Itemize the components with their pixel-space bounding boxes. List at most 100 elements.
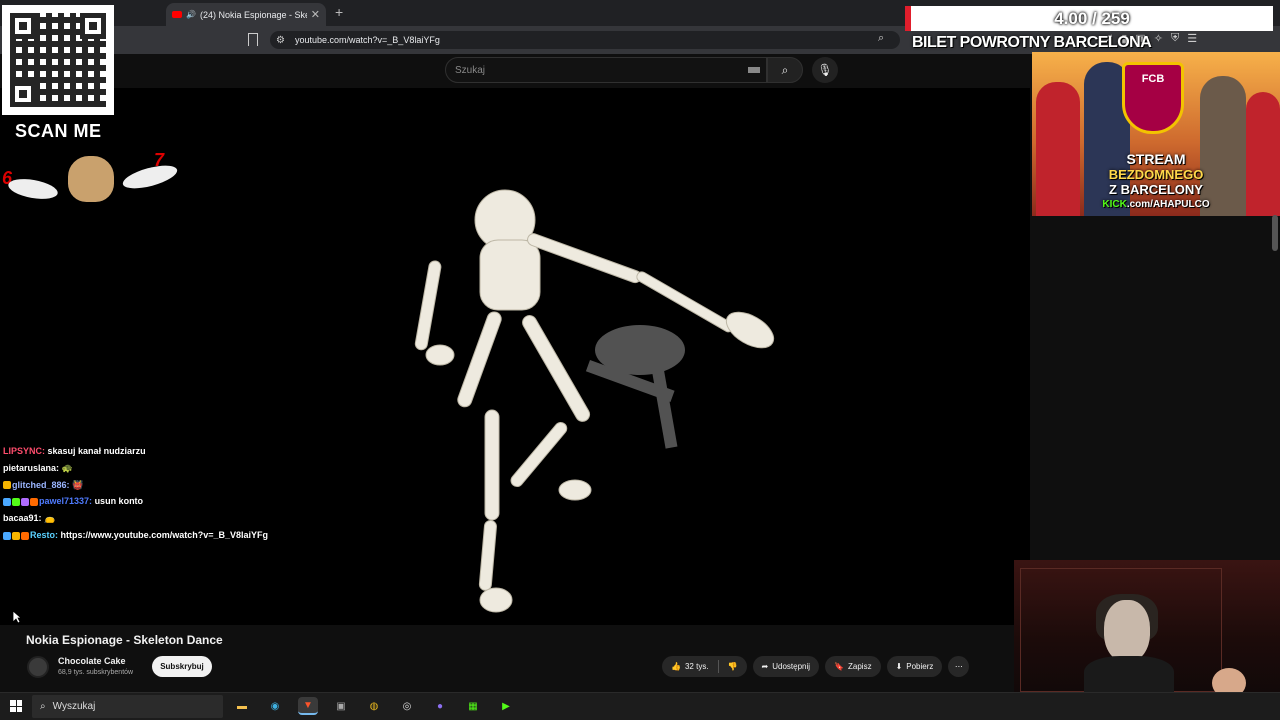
channel-name[interactable]: Chocolate Cake [58,656,126,666]
goal-counter: 4.00 / 259 [905,6,1273,31]
qr-code [2,5,114,115]
start-button[interactable] [10,700,22,712]
app-icon[interactable]: ▦ [463,697,483,715]
leo-icon[interactable]: ✧ [1154,32,1163,45]
download-button[interactable]: ⬇ Pobierz [886,656,943,677]
menu-icon[interactable]: ☰ [1187,32,1197,45]
streamer-face [1104,600,1150,662]
chat-text: usun konto [94,496,144,507]
close-tab-icon[interactable]: ✕ [311,8,320,21]
tab-title: (24) Nokia Espionage - Skelet [199,9,307,20]
chat-text: https://www.youtube.com/watch?v=_B_V8lai… [60,529,268,540]
chat-username: LIPSYNC: [3,446,46,456]
stream-promo-banner: FCB STREAM BEZDOMNEGO Z BARCELONY KICK.c… [1032,52,1280,216]
promo-line-3: Z BARCELONY [1109,182,1203,197]
like-button[interactable]: 👍 32 tys. [662,656,718,677]
chat-username: bacaa91: [3,513,42,524]
thumbs-up-icon: 👍 [671,662,681,671]
page-scrollbar[interactable] [1272,215,1278,251]
cat-icon [68,156,114,202]
zoom-icon[interactable]: ⌕ [878,32,884,45]
search-input[interactable]: Szukaj [445,57,767,83]
discord-icon[interactable]: ● [430,697,450,715]
promo-line-1: STREAM [1126,151,1186,167]
channel-avatar[interactable] [27,656,49,678]
bookmark-icon[interactable] [248,33,258,46]
share-icon: ➦ [761,662,769,671]
chat-username: pawel71337: [39,496,93,507]
like-dislike-group: 👍 32 tys. 👎 [662,656,747,677]
scan-me-label: SCAN ME [15,121,102,141]
browser-tab-active[interactable]: 🔊 (24) Nokia Espionage - Skelet ✕ [166,3,326,26]
promo-link: KICK.com/AHAPULCO [1102,199,1210,210]
like-count: 32 tys. [684,662,709,671]
chat-message: pawel71337: usun konto [3,493,303,510]
more-dots-icon: ⋯ [954,662,963,671]
screen: 🔊 (24) Nokia Espionage - Skelet ✕ + yout… [0,0,1280,720]
mouse-cursor-icon [12,610,22,624]
second-person-face [1212,668,1246,692]
chat-badge-icon [30,498,38,507]
chat-badge-icon [21,498,29,507]
chat-message: LIPSYNC: skasuj kanał nudziarzu [3,443,303,460]
thumbs-down-icon: 👎 [727,662,738,671]
video-title: Nokia Espionage - Skeleton Dance [26,633,223,647]
site-settings-icon[interactable]: ⚙ [276,35,285,46]
save-button[interactable]: 🔖 Zapisz [825,656,881,677]
hand-icon [120,161,180,193]
chat-message: Resto: https://www.youtube.com/watch?v=_… [3,527,303,544]
video-actions: 👍 32 tys. 👎 ➦ Udostępnij 🔖 Zapisz ⬇ Pobi… [662,656,970,677]
app-icon[interactable]: ▣ [331,697,351,715]
person-figure [1036,82,1080,216]
voice-search-button[interactable]: 🎙 [812,57,838,83]
six-seven-meme: 6 7 [0,150,180,206]
chat-text: 👹 [72,479,84,490]
new-tab-button[interactable]: + [335,4,343,20]
brave-icon[interactable]: ▼ [298,697,318,715]
keyboard-icon[interactable] [748,67,760,73]
more-actions-button[interactable]: ⋯ [948,656,970,677]
bookmark-icon: 🔖 [834,662,844,671]
speaker-icon: 🔊 [186,10,196,19]
search-icon: ⌕ [781,62,789,77]
chat-overlay: LIPSYNC: skasuj kanał nudziarzu pietarusl… [3,443,303,544]
skeleton-figure [414,189,775,613]
edge-icon[interactable]: ◉ [265,697,285,715]
person-figure [1246,92,1280,216]
chat-username: glitched_886: [12,479,70,490]
obs-icon[interactable]: ◎ [397,697,417,715]
address-bar[interactable]: youtube.com/watch?v=_B_V8laiYFg [270,31,900,49]
file-explorer-icon[interactable]: ▬ [232,697,252,715]
search-button[interactable]: ⌕ [767,57,803,83]
chat-username: pietaruslana: [3,462,60,473]
goal-title: BILET POWROTNY BARCELONA [912,34,1152,51]
kick-icon[interactable]: ▶ [496,697,516,715]
hand-icon [6,175,60,203]
brave-shield-icon[interactable]: ⛨ [1171,32,1179,45]
chat-text: skasuj kanał nudziarzu [47,446,146,456]
youtube-favicon-icon [172,11,182,18]
chat-badge-icon [12,531,20,540]
chat-badge-icon [21,531,29,540]
chat-badge-icon [3,498,11,507]
chat-message: bacaa91: 👝 [3,510,303,527]
seven-label: 7 [154,150,165,170]
subscribe-button[interactable]: Subskrybuj [152,656,212,677]
chat-badge-icon [3,531,11,540]
chat-text: 👝 [44,513,56,524]
taskbar-search[interactable]: ⌕ Wyszukaj [32,695,223,718]
streamer-body [1084,656,1174,692]
download-icon: ⬇ [895,662,903,671]
chat-username: Resto: [30,529,59,540]
microphone-icon: 🎙 [817,63,833,77]
promo-line-2: BEZDOMNEGO [1108,167,1204,182]
chat-text: 🐢 [61,462,73,473]
chat-badge-icon [3,481,11,490]
subscriber-count: 68,9 tys. subskrybentów [58,669,134,676]
share-button[interactable]: ➦ Udostępnij [752,656,820,677]
chrome-icon[interactable]: ◍ [364,697,384,715]
dislike-button[interactable]: 👎 [719,656,747,677]
chat-message: glitched_886: 👹 [3,477,303,494]
fcb-crest-icon: FCB [1122,62,1184,134]
chat-badge-icon [12,498,20,507]
